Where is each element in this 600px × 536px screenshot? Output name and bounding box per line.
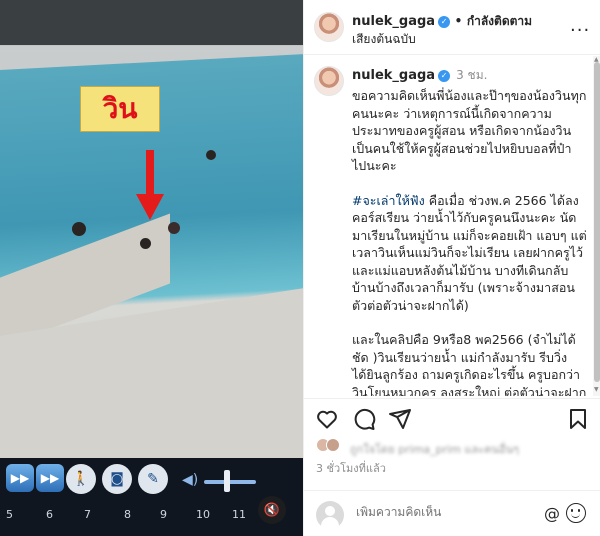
fast-forward-icon[interactable]: ▶▶ bbox=[36, 464, 64, 492]
caption-header: nulek_gaga ✓ 3 ชม. bbox=[352, 66, 487, 85]
caption-username[interactable]: nulek_gaga bbox=[352, 68, 435, 83]
verified-icon: ✓ bbox=[438, 69, 451, 82]
verified-icon: ✓ bbox=[438, 15, 451, 28]
walk-icon[interactable]: 🚶 bbox=[66, 464, 96, 494]
swimmer-teacher bbox=[168, 222, 180, 234]
post-timestamp[interactable]: 3 ชั่วโมงที่แล้ว bbox=[316, 459, 386, 477]
overlay-name-label: วิน bbox=[80, 86, 160, 132]
more-options-icon[interactable]: ... bbox=[570, 15, 590, 36]
comment-icon[interactable] bbox=[352, 407, 376, 431]
post-media[interactable]: วิน ▶▶ ▶▶ 🚶 ◙ ✎ ◀) 5 6 7 8 9 10 11 🔇 bbox=[0, 0, 303, 536]
user-avatar bbox=[316, 501, 344, 529]
swimmer-child bbox=[140, 238, 151, 249]
camera-icon[interactable]: ◙ bbox=[102, 464, 132, 494]
caption-text: ขอความคิดเห็นพี่น้องและป๊าๆของน้องวินทุก… bbox=[352, 87, 588, 396]
tick-label: 6 bbox=[46, 508, 53, 521]
mute-icon[interactable]: 🔇 bbox=[258, 496, 286, 524]
avatar[interactable] bbox=[314, 12, 344, 42]
caption-paragraph: ขอความคิดเห็นพี่น้องและป๊าๆของน้องวินทุก… bbox=[352, 88, 587, 173]
post-info-panel: nulek_gaga ✓ • กำลังติดตาม เสียงต้นฉบับ .… bbox=[303, 0, 600, 536]
comment-input[interactable] bbox=[356, 505, 536, 519]
caption-paragraph-text: คือเมื่อ ช่วงพ.ค 2566 ได้ลง คอร์สเรียน ว… bbox=[352, 192, 587, 313]
liker-avatar bbox=[326, 438, 340, 452]
following-button[interactable]: กำลังติดตาม bbox=[467, 14, 532, 28]
volume-slider[interactable] bbox=[204, 480, 256, 484]
tick-label: 7 bbox=[84, 508, 91, 521]
scroll-thumb[interactable] bbox=[594, 62, 600, 382]
caption-area: nulek_gaga ✓ 3 ชม. ขอความคิดเห็นพี่น้องและ… bbox=[304, 56, 596, 396]
red-arrow-icon bbox=[136, 150, 164, 220]
heart-icon[interactable] bbox=[315, 407, 339, 431]
liked-by-row[interactable]: ถูกใจโดย prima_prim และคนอื่นๆ bbox=[316, 438, 586, 456]
hashtag-link[interactable]: #จะเล่าให้ฟัง bbox=[352, 193, 425, 208]
tick-label: 9 bbox=[160, 508, 167, 521]
tick-label: 11 bbox=[232, 508, 246, 521]
bookmark-icon[interactable] bbox=[566, 407, 590, 431]
caption-paragraph: และในคลิปคือ 9หรือ8 พค2566 (จำไม่ได้ชัด … bbox=[352, 332, 587, 396]
liked-by-text[interactable]: ถูกใจโดย prima_prim และคนอื่นๆ bbox=[350, 440, 519, 458]
pin-icon[interactable]: ✎ bbox=[138, 464, 168, 494]
tick-label: 5 bbox=[6, 508, 13, 521]
header-user: nulek_gaga ✓ • กำลังติดตาม bbox=[352, 12, 532, 31]
tick-label: 8 bbox=[124, 508, 131, 521]
mention-icon[interactable]: @ bbox=[544, 504, 560, 523]
comment-bar: @ bbox=[304, 490, 600, 536]
emoji-icon[interactable] bbox=[566, 503, 586, 523]
tick-label: 10 bbox=[196, 508, 210, 521]
caption-scrollbar[interactable]: ▲ ▼ bbox=[593, 56, 600, 396]
post-header: nulek_gaga ✓ • กำลังติดตาม เสียงต้นฉบับ .… bbox=[304, 0, 600, 55]
volume-icon[interactable]: ◀) bbox=[182, 472, 198, 488]
header-username[interactable]: nulek_gaga bbox=[352, 14, 435, 29]
caption-avatar[interactable] bbox=[314, 66, 344, 96]
swimmer-adult bbox=[72, 222, 86, 236]
swimmer-far bbox=[206, 150, 216, 160]
video-controls: ▶▶ ▶▶ 🚶 ◙ ✎ ◀) 5 6 7 8 9 10 11 bbox=[0, 458, 303, 536]
play-icon[interactable]: ▶▶ bbox=[6, 464, 34, 492]
separator-dot: • bbox=[454, 14, 463, 28]
share-icon[interactable] bbox=[388, 407, 412, 431]
scroll-down-icon[interactable]: ▼ bbox=[594, 386, 599, 393]
monitor-bezel bbox=[0, 0, 303, 45]
post-actions bbox=[304, 398, 600, 438]
volume-knob[interactable] bbox=[224, 470, 230, 492]
caption-paragraph: #จะเล่าให้ฟัง คือเมื่อ ช่วงพ.ค 2566 ได้ล… bbox=[352, 192, 588, 315]
post-time[interactable]: 3 ชม. bbox=[456, 68, 487, 82]
audio-label[interactable]: เสียงต้นฉบับ bbox=[352, 30, 416, 49]
